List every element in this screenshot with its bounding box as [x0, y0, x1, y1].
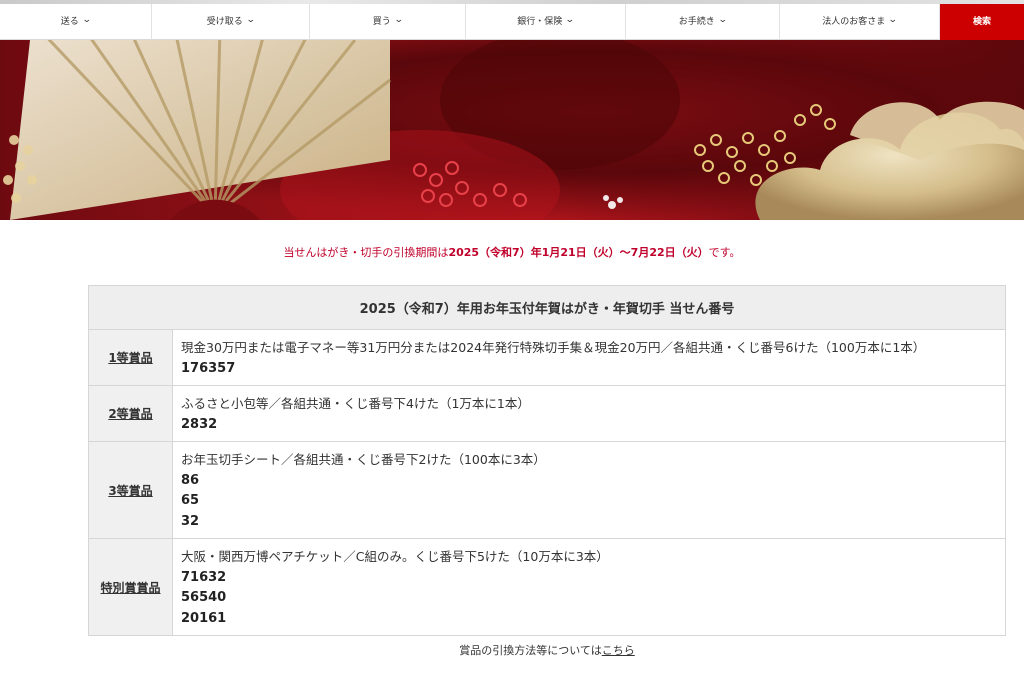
- winning-numbers-table: 2025（令和7）年用お年玉付年賀はがき・年賀切手 当せん番号 1等賞品 現金30…: [88, 285, 1006, 636]
- nav-item-label: 受け取る: [206, 16, 243, 27]
- nav-item-label: お手続き: [678, 16, 715, 27]
- winning-number: 86: [181, 472, 200, 488]
- prize-rank-link[interactable]: 特別賞賞品: [88, 538, 173, 636]
- chevron-down-icon: ⌄: [393, 14, 404, 25]
- prize-description: 現金30万円または電子マネー等31万円分または2024年発行特殊切手集＆現金20…: [181, 340, 926, 355]
- chevron-down-icon: ⌄: [245, 14, 256, 25]
- winning-number: 71632: [181, 569, 227, 585]
- notice-suffix: です。: [708, 246, 741, 259]
- notice-period: 2025（令和7）年1月21日（火）～7月22日（火）: [448, 246, 709, 259]
- nav-item-label: 送る: [60, 16, 79, 27]
- table-row: 1等賞品 現金30万円または電子マネー等31万円分または2024年発行特殊切手集＆…: [88, 329, 1006, 386]
- winning-number: 2832: [181, 416, 218, 432]
- table-row: 3等賞品 お年玉切手シート／各組共通・くじ番号下2けた（100本に3本） 86 65 3…: [88, 441, 1006, 539]
- prize-detail: ふるさと小包等／各組共通・くじ番号下4けた（1万本に1本） 2832: [172, 385, 1006, 442]
- nav-item-0[interactable]: 送る ⌄: [0, 0, 152, 40]
- prize-rank-link[interactable]: 3等賞品: [88, 441, 173, 539]
- nav-item-3[interactable]: 銀行・保険 ⌄: [466, 0, 626, 40]
- hero-banner: [0, 40, 1024, 220]
- table-row: 特別賞賞品 大阪・関西万博ペアチケット／C組のみ。くじ番号下5けた（10万本に3本…: [88, 538, 1006, 636]
- footer-note: 賞品の引換方法等についてはこちら: [0, 642, 1024, 658]
- search-button[interactable]: 検索: [940, 0, 1024, 40]
- nav-item-label: 買う: [372, 16, 391, 27]
- chevron-down-icon: ⌄: [565, 14, 575, 25]
- prize-detail: 現金30万円または電子マネー等31万円分または2024年発行特殊切手集＆現金20…: [172, 329, 1006, 386]
- nav-item-5[interactable]: 法人のお客さま ⌄: [780, 0, 940, 40]
- nav-item-2[interactable]: 買う ⌄: [310, 0, 466, 40]
- prize-detail: お年玉切手シート／各組共通・くじ番号下2けた（100本に3本） 86 65 32: [172, 441, 1006, 539]
- nav-item-label: 銀行・保険: [517, 16, 563, 27]
- winning-number: 20161: [181, 610, 227, 626]
- chevron-down-icon: ⌄: [81, 14, 92, 25]
- prize-rank-link[interactable]: 1等賞品: [88, 329, 173, 386]
- winning-number: 32: [181, 513, 200, 529]
- nav-items: 送る ⌄ 受け取る ⌄ 買う ⌄ 銀行・保険 ⌄ お手続き ⌄ 法人のお客さま ⌄: [0, 0, 940, 40]
- prize-rows: 1等賞品 現金30万円または電子マネー等31万円分または2024年発行特殊切手集＆…: [88, 329, 1006, 636]
- nav-item-label: 法人のお客さま: [822, 16, 886, 27]
- notice-prefix: 当せんはがき・切手の引換期間は: [283, 246, 449, 259]
- nav-top-strip: [0, 0, 1024, 4]
- winning-number: 56540: [181, 590, 227, 605]
- nav-item-4[interactable]: お手続き ⌄: [626, 0, 780, 40]
- winning-number: 176357: [181, 360, 236, 376]
- chevron-down-icon: ⌄: [717, 14, 728, 25]
- new-year-banner-illustration: [3, 40, 1024, 220]
- redemption-notice: 当せんはがき・切手の引換期間は2025（令和7）年1月21日（火）～7月22日（…: [0, 244, 1024, 260]
- prize-rank-link[interactable]: 2等賞品: [88, 385, 173, 442]
- prize-detail: 大阪・関西万博ペアチケット／C組のみ。くじ番号下5けた（10万本に3本） 7163…: [172, 538, 1006, 636]
- chevron-down-icon: ⌄: [888, 14, 898, 25]
- winning-number: 65: [181, 493, 200, 508]
- global-nav: 送る ⌄ 受け取る ⌄ 買う ⌄ 銀行・保険 ⌄ お手続き ⌄ 法人のお客さま ⌄ 検索: [0, 0, 1024, 40]
- prize-description: ふるさと小包等／各組共通・くじ番号下4けた（1万本に1本）: [181, 396, 530, 411]
- table-row: 2等賞品 ふるさと小包等／各組共通・くじ番号下4けた（1万本に1本） 2832: [88, 385, 1006, 442]
- nav-item-1[interactable]: 受け取る ⌄: [152, 0, 310, 40]
- footer-text: 賞品の引換方法等については: [459, 644, 602, 657]
- redemption-info-link[interactable]: こちら: [602, 644, 635, 657]
- prize-description: お年玉切手シート／各組共通・くじ番号下2けた（100本に3本）: [181, 452, 546, 467]
- prize-description: 大阪・関西万博ペアチケット／C組のみ。くじ番号下5けた（10万本に3本）: [181, 549, 609, 564]
- table-caption: 2025（令和7）年用お年玉付年賀はがき・年賀切手 当せん番号: [88, 285, 1006, 330]
